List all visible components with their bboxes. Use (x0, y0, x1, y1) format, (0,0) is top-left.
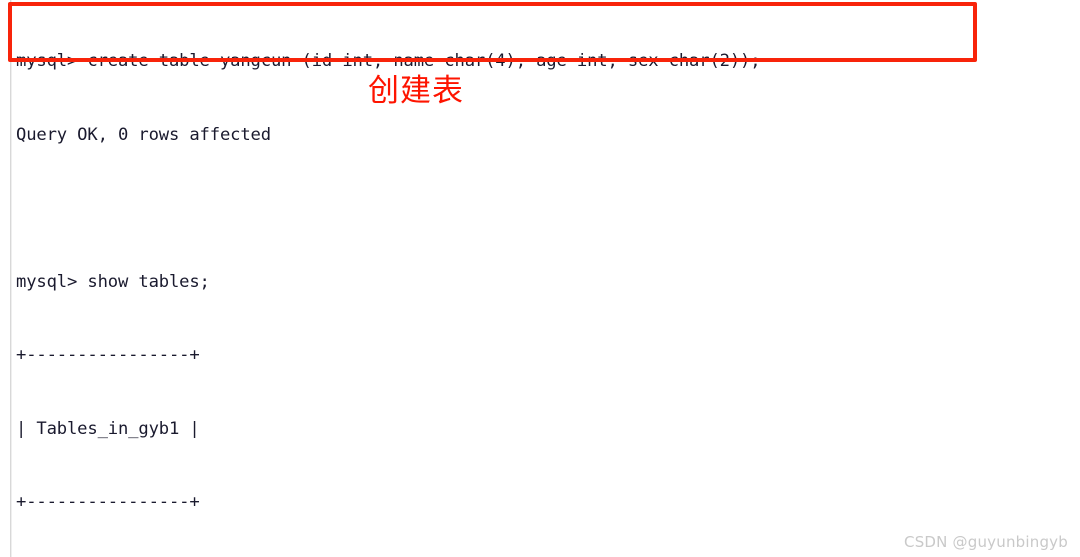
csdn-watermark: CSDN @guyunbingyb (904, 533, 1068, 551)
terminal-line: Query OK, 0 rows affected (16, 124, 271, 145)
terminal-line: mysql> create table yangcun (id int, nam… (16, 51, 761, 71)
console-left-rule-shadow (11, 0, 12, 557)
annotation-label: 创建表 (368, 73, 464, 109)
terminal-line: mysql> show tables; (16, 271, 210, 292)
terminal-line: | Tables_in_gyb1 | (16, 418, 200, 439)
screenshot-root: mysql> create table yangcun (id int, nam… (0, 0, 1080, 557)
terminal-output: mysql> create table yangcun (id int, nam… (16, 0, 1066, 557)
terminal-line: +----------------+ (16, 492, 200, 512)
terminal-line: +----------------+ (16, 345, 200, 365)
